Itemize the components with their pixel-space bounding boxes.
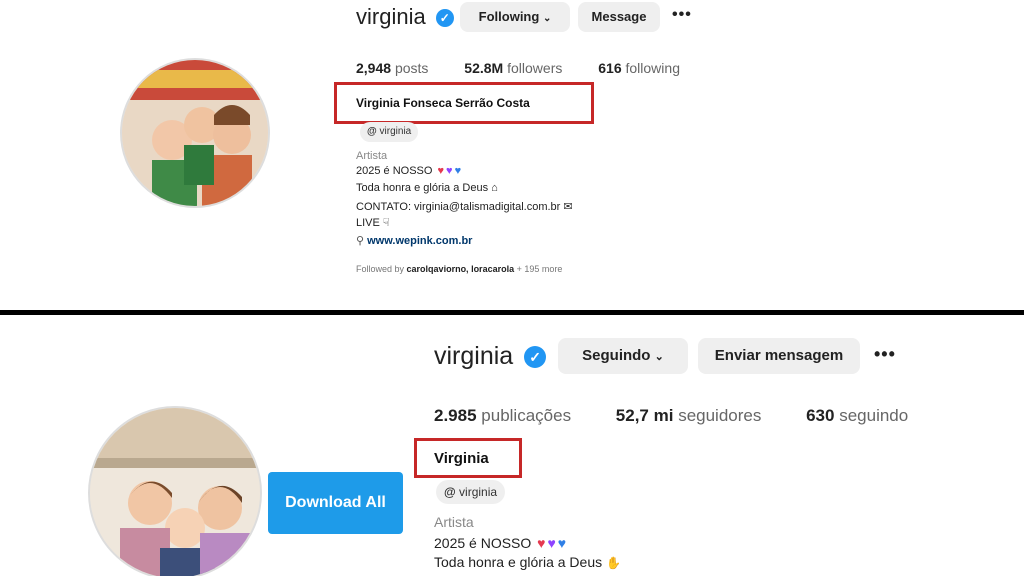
threads-handle: virginia	[459, 485, 498, 499]
avatar-photo	[122, 60, 268, 206]
threads-icon: @	[367, 126, 377, 137]
following-count[interactable]: 616 following	[598, 60, 680, 76]
following-label: Following	[478, 9, 540, 24]
profile-panel-portuguese: Download All virginia ✓ Seguindo ⌄ Envia…	[0, 318, 1024, 576]
pink-heart-icon: ♥	[537, 535, 546, 551]
posts-count[interactable]: 2,948 posts	[356, 60, 428, 76]
blue-heart-icon: ♥	[557, 535, 567, 551]
followed-by[interactable]: Followed by carolqaviorno, loracarola + …	[356, 264, 562, 274]
threads-badge[interactable]: @ virginia	[436, 480, 506, 504]
verified-badge-icon: ✓	[435, 9, 454, 27]
more-options-icon[interactable]: •••	[672, 6, 692, 24]
category-label: Artista	[434, 514, 474, 530]
pointer-icon: ☟	[382, 217, 390, 229]
purple-heart-icon: ♥	[547, 535, 556, 551]
following-button[interactable]: Following ⌄	[460, 2, 570, 32]
followers-count[interactable]: 52.8M followers	[464, 60, 562, 76]
profile-avatar[interactable]	[120, 58, 270, 208]
followers-count[interactable]: 52,7 mi seguidores	[616, 406, 762, 425]
posts-count[interactable]: 2.985 publicações	[434, 406, 571, 425]
full-name: Virginia	[434, 450, 489, 467]
bio-line-4: LIVE ☟	[356, 217, 390, 229]
download-all-button[interactable]: Download All	[268, 472, 403, 534]
bio-line-1: 2025 é NOSSO ♥ ♥ ♥	[434, 535, 567, 551]
profile-panel-english: virginia ✓ Following ⌄ Message ••• 2,948…	[0, 0, 1024, 308]
username: virginia ✓	[434, 342, 547, 371]
threads-icon: @	[444, 485, 456, 499]
stats-row: 2.985 publicações 52,7 mi seguidores 630…	[434, 406, 908, 426]
bio-line-1: 2025 é NOSSO ♥ ♥ ♥	[356, 165, 462, 177]
purple-heart-icon: ♥	[446, 165, 453, 177]
red-heart-icon: ♥	[437, 165, 445, 177]
category-label: Artista	[356, 150, 388, 162]
link-icon: ⚲	[356, 235, 365, 247]
following-count[interactable]: 630 seguindo	[806, 406, 908, 425]
full-name: Virginia Fonseca Serrão Costa	[356, 96, 530, 110]
blue-heart-icon: ♥	[454, 165, 462, 177]
avatar-photo	[90, 408, 260, 576]
message-label: Enviar mensagem	[714, 347, 844, 364]
send-message-button[interactable]: Enviar mensagem	[698, 338, 860, 374]
threads-handle: virginia	[379, 126, 412, 137]
website-link-text: www.wepink.com.br	[367, 235, 473, 247]
bio-line-2: Toda honra e glória a Deus ✋	[434, 554, 621, 570]
message-label: Message	[591, 9, 647, 24]
bio-line-3: CONTATO: virginia@talismadigital.com.br …	[356, 201, 573, 213]
username: virginia ✓	[356, 4, 454, 30]
website-link[interactable]: ⚲ www.wepink.com.br	[356, 234, 472, 247]
divider-line	[0, 310, 1024, 315]
following-button[interactable]: Seguindo ⌄	[558, 338, 688, 374]
verified-badge-icon: ✓	[524, 346, 547, 368]
chevron-down-icon: ⌄	[542, 13, 552, 24]
chevron-down-icon: ⌄	[654, 351, 664, 363]
username-text: virginia	[356, 4, 426, 29]
church-icon: ⌂	[491, 182, 498, 194]
bio-line-2: Toda honra e glória a Deus ⌂	[356, 182, 498, 194]
praying-hands-icon: ✋	[606, 556, 621, 570]
following-label: Seguindo	[582, 347, 651, 364]
mailbox-icon: ✉	[563, 201, 573, 213]
more-options-icon[interactable]: •••	[874, 344, 896, 365]
message-button[interactable]: Message	[578, 2, 660, 32]
threads-badge[interactable]: @ virginia	[360, 122, 419, 142]
profile-avatar[interactable]	[88, 406, 262, 576]
username-text: virginia	[434, 342, 514, 370]
stats-row: 2,948 posts 52.8M followers 616 followin…	[356, 60, 680, 76]
